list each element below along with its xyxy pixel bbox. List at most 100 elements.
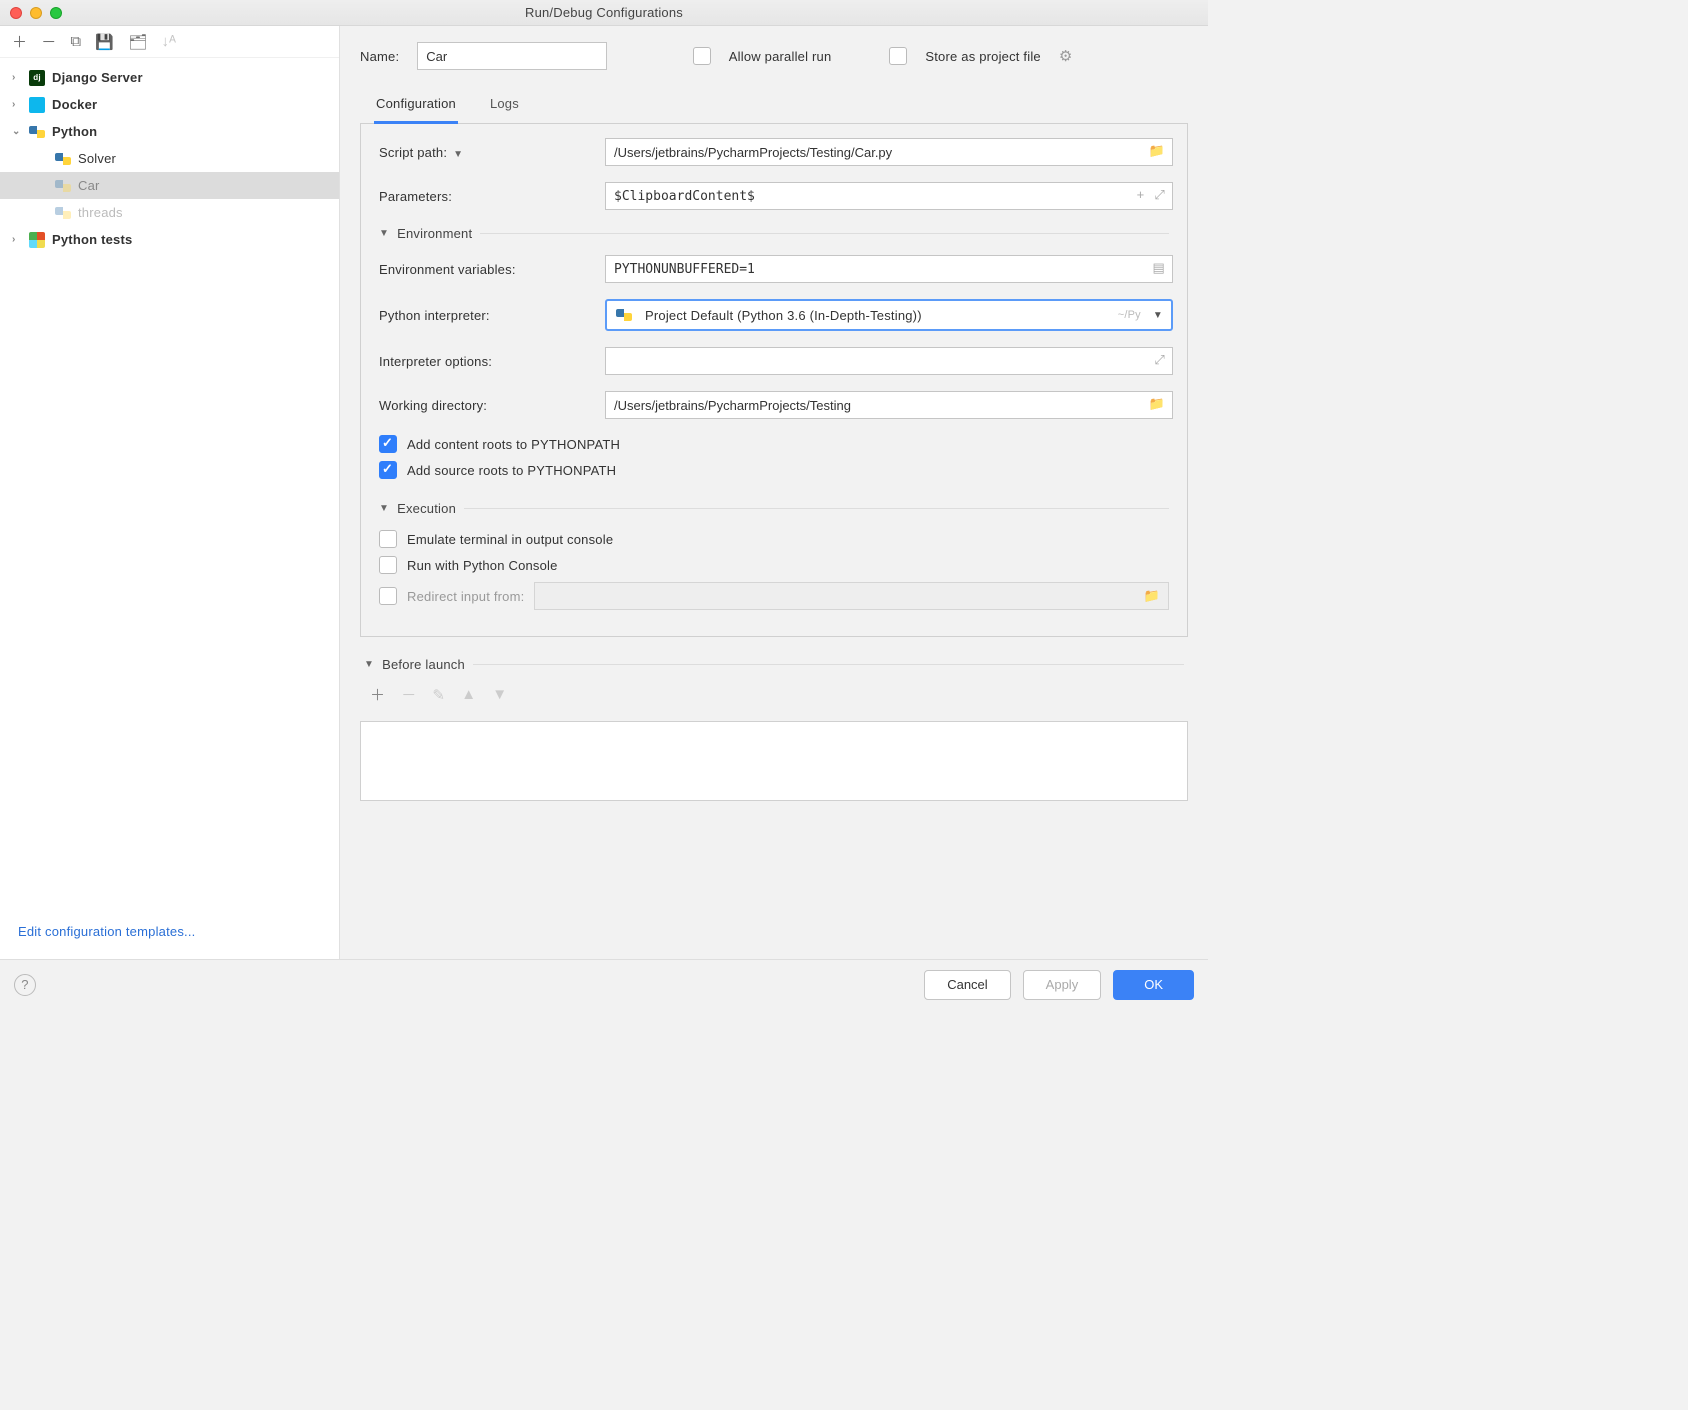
python-tests-icon bbox=[28, 232, 46, 248]
env-vars-input[interactable] bbox=[605, 255, 1173, 283]
titlebar: Run/Debug Configurations bbox=[0, 0, 1208, 26]
emulate-terminal-checkbox[interactable] bbox=[379, 530, 397, 548]
move-down-icon[interactable]: ▼ bbox=[492, 686, 507, 703]
tree-item-threads[interactable]: threads bbox=[0, 199, 339, 226]
expand-icon[interactable]: ⤢ bbox=[1154, 352, 1165, 368]
tree-item-solver[interactable]: Solver bbox=[0, 145, 339, 172]
config-tree: › dj Django Server › Docker ⌄ Python Sol… bbox=[0, 58, 339, 912]
separator bbox=[480, 233, 1169, 234]
folder-icon: 📁 bbox=[1144, 588, 1160, 604]
name-row: Name: Allow parallel run Store as projec… bbox=[360, 42, 1188, 70]
python-icon bbox=[28, 124, 46, 140]
expand-icon[interactable]: ⤢ bbox=[1154, 187, 1165, 203]
allow-parallel-checkbox[interactable] bbox=[693, 47, 711, 65]
remove-task-icon[interactable]: － bbox=[401, 684, 416, 705]
tab-configuration[interactable]: Configuration bbox=[374, 88, 458, 124]
content-roots-label: Add content roots to PYTHONPATH bbox=[407, 437, 620, 452]
tree-label: Car bbox=[78, 178, 100, 193]
list-icon[interactable]: ▤ bbox=[1153, 260, 1165, 276]
sort-config-icon[interactable]: ↓ᴬ bbox=[161, 33, 176, 50]
name-input[interactable] bbox=[417, 42, 607, 70]
add-task-icon[interactable]: ＋ bbox=[370, 684, 385, 705]
parameters-input[interactable] bbox=[605, 182, 1173, 210]
chevron-down-icon[interactable]: ▼ bbox=[453, 149, 463, 160]
environment-section-header[interactable]: ▼ Environment bbox=[379, 226, 1169, 241]
django-icon: dj bbox=[28, 70, 46, 86]
execution-section-header[interactable]: ▼ Execution bbox=[379, 501, 1169, 516]
folder-icon[interactable]: 📁 bbox=[1149, 396, 1165, 412]
allow-parallel-label: Allow parallel run bbox=[729, 49, 832, 64]
before-launch-header[interactable]: ▼ Before launch bbox=[364, 657, 1184, 672]
run-with-console-checkbox[interactable] bbox=[379, 556, 397, 574]
interp-options-input[interactable] bbox=[605, 347, 1173, 375]
docker-icon bbox=[28, 97, 46, 113]
python-icon bbox=[54, 205, 72, 221]
config-panel: Name: Allow parallel run Store as projec… bbox=[340, 26, 1208, 959]
remove-config-icon[interactable]: － bbox=[41, 31, 56, 52]
script-path-label: Script path:▼ bbox=[375, 145, 605, 160]
dialog-footer: ? Cancel Apply OK bbox=[0, 959, 1208, 1009]
redirect-input-field: 📁 bbox=[534, 582, 1169, 610]
apply-button[interactable]: Apply bbox=[1023, 970, 1102, 1000]
edit-task-icon[interactable]: ✎ bbox=[432, 686, 445, 704]
emulate-terminal-label: Emulate terminal in output console bbox=[407, 532, 613, 547]
add-config-icon[interactable]: ＋ bbox=[12, 31, 27, 52]
name-label: Name: bbox=[360, 49, 399, 64]
tree-item-car[interactable]: Car bbox=[0, 172, 339, 199]
chevron-down-icon: ▼ bbox=[1153, 310, 1163, 321]
python-icon bbox=[54, 151, 72, 167]
sidebar-toolbar: ＋ － ⧉ 💾 🗂 ↓ᴬ bbox=[0, 26, 339, 58]
redirect-input-checkbox[interactable] bbox=[379, 587, 397, 605]
chevron-right-icon: › bbox=[12, 234, 24, 245]
save-config-icon[interactable]: 💾 bbox=[95, 33, 114, 51]
wd-label: Working directory: bbox=[375, 398, 605, 413]
cancel-button[interactable]: Cancel bbox=[924, 970, 1010, 1000]
interpreter-value: Project Default (Python 3.6 (In-Depth-Te… bbox=[645, 308, 922, 323]
redirect-input-label: Redirect input from: bbox=[407, 589, 524, 604]
tree-item-django-server[interactable]: › dj Django Server bbox=[0, 64, 339, 91]
tabs: Configuration Logs bbox=[360, 88, 1188, 124]
before-launch-toolbar: ＋ － ✎ ▲ ▼ bbox=[360, 676, 1188, 713]
source-roots-label: Add source roots to PYTHONPATH bbox=[407, 463, 616, 478]
folder-config-icon[interactable]: 🗂 bbox=[128, 33, 147, 51]
content-roots-checkbox[interactable] bbox=[379, 435, 397, 453]
before-launch-list bbox=[360, 721, 1188, 801]
wd-input[interactable] bbox=[605, 391, 1173, 419]
tree-label: Django Server bbox=[52, 70, 143, 85]
run-with-console-label: Run with Python Console bbox=[407, 558, 558, 573]
folder-icon[interactable]: 📁 bbox=[1149, 143, 1165, 159]
interpreter-hint: ~/Py bbox=[1118, 309, 1141, 321]
chevron-right-icon: › bbox=[12, 99, 24, 110]
separator bbox=[464, 508, 1169, 509]
tree-item-python-tests[interactable]: › Python tests bbox=[0, 226, 339, 253]
tab-logs[interactable]: Logs bbox=[488, 88, 521, 123]
configuration-box: Script path:▼ 📁 Parameters: + ⤢ ▼ Environ… bbox=[360, 124, 1188, 637]
chevron-right-icon: › bbox=[12, 72, 24, 83]
ok-button[interactable]: OK bbox=[1113, 970, 1194, 1000]
parameters-label: Parameters: bbox=[375, 189, 605, 204]
python-icon bbox=[54, 178, 72, 194]
separator bbox=[473, 664, 1184, 665]
tree-label: Python tests bbox=[52, 232, 132, 247]
tree-item-python[interactable]: ⌄ Python bbox=[0, 118, 339, 145]
chevron-down-icon: ▼ bbox=[379, 503, 389, 514]
window-title: Run/Debug Configurations bbox=[0, 5, 1208, 20]
chevron-down-icon: ▼ bbox=[379, 228, 389, 239]
env-vars-label: Environment variables: bbox=[375, 262, 605, 277]
help-icon[interactable]: ? bbox=[14, 974, 36, 996]
move-up-icon[interactable]: ▲ bbox=[461, 686, 476, 703]
sidebar: ＋ － ⧉ 💾 🗂 ↓ᴬ › dj Django Server › Docker… bbox=[0, 26, 340, 959]
chevron-down-icon: ⌄ bbox=[12, 126, 24, 137]
chevron-down-icon: ▼ bbox=[364, 659, 374, 670]
source-roots-checkbox[interactable] bbox=[379, 461, 397, 479]
tree-item-docker[interactable]: › Docker bbox=[0, 91, 339, 118]
gear-icon[interactable]: ⚙ bbox=[1059, 47, 1073, 65]
tree-label: Docker bbox=[52, 97, 97, 112]
store-project-label: Store as project file bbox=[925, 49, 1040, 64]
interpreter-dropdown[interactable]: Project Default (Python 3.6 (In-Depth-Te… bbox=[605, 299, 1173, 331]
script-path-input[interactable] bbox=[605, 138, 1173, 166]
store-project-checkbox[interactable] bbox=[889, 47, 907, 65]
copy-config-icon[interactable]: ⧉ bbox=[70, 33, 81, 50]
edit-templates-link[interactable]: Edit configuration templates... bbox=[0, 912, 339, 959]
insert-macro-icon[interactable]: + bbox=[1137, 187, 1145, 203]
